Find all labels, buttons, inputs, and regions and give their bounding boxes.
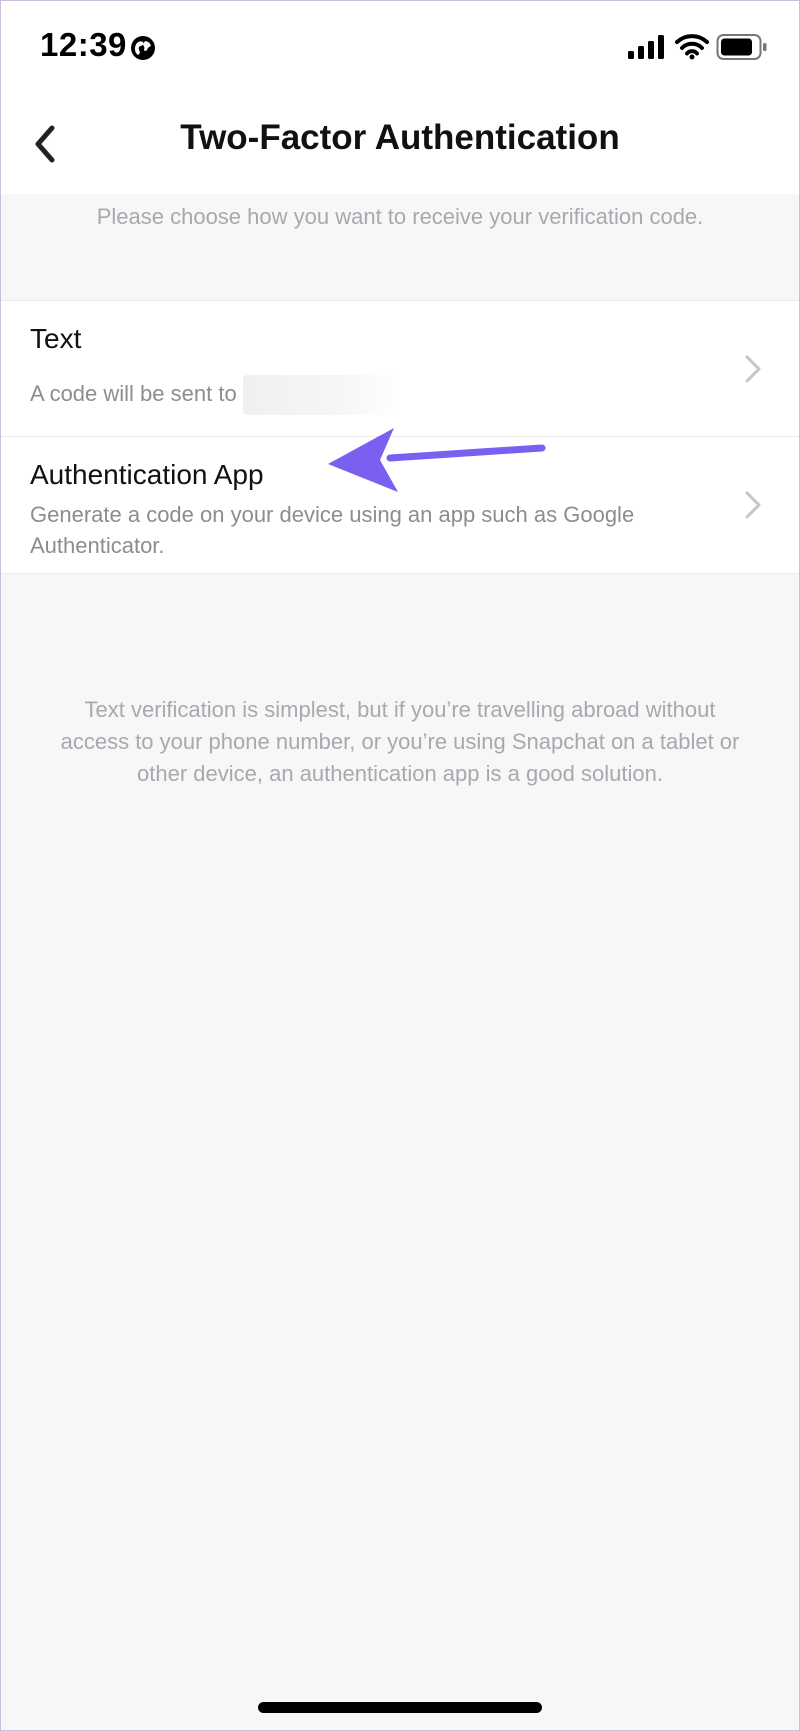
- status-bar: 12:39: [0, 0, 800, 96]
- globe-icon: [131, 36, 155, 60]
- battery-icon: [716, 34, 767, 60]
- signal-icon: [628, 35, 664, 59]
- verification-options-list: Text A code will be sent to Authenticati…: [0, 300, 800, 574]
- home-indicator: [258, 1702, 542, 1713]
- option-description-text: A code will be sent to: [30, 380, 237, 406]
- status-time: 12:39: [40, 26, 127, 63]
- device-frame: [0, 0, 800, 1731]
- option-description: Generate a code on your device using an …: [30, 502, 635, 558]
- chevron-right-icon: [745, 491, 761, 519]
- header: Two-Factor Authentication: [0, 96, 800, 194]
- wifi-icon: [675, 34, 709, 60]
- page-title: Two-Factor Authentication: [180, 118, 620, 157]
- intro-text: Please choose how you want to receive yo…: [96, 204, 704, 229]
- option-title: Authentication App: [30, 459, 264, 490]
- option-authentication-app[interactable]: Authentication App Generate a code on yo…: [0, 436, 800, 573]
- chevron-right-icon: [745, 355, 761, 382]
- option-title: Text: [30, 323, 82, 354]
- footer-note: Text verification is simplest, but if yo…: [60, 697, 740, 786]
- redacted-phone-number: [242, 375, 403, 415]
- option-text[interactable]: Text A code will be sent to: [0, 301, 800, 436]
- option-description: A code will be sent to: [30, 375, 690, 415]
